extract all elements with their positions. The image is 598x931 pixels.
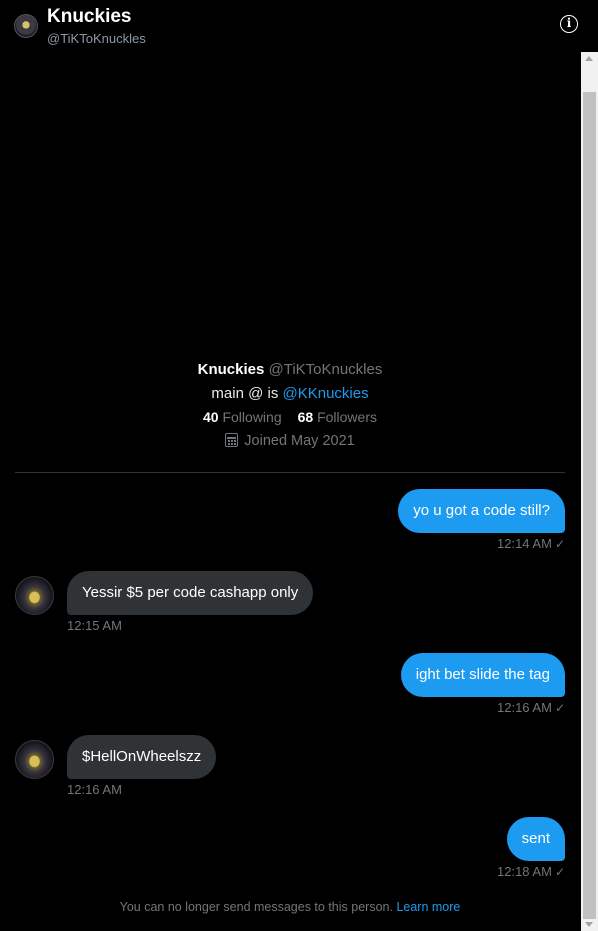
timestamp-text: 12:16 AM bbox=[497, 700, 552, 715]
bio-text: main @ is bbox=[211, 385, 283, 402]
message-bubble-sent[interactable]: yo u got a code still? bbox=[398, 489, 565, 533]
scroll-down-arrow-icon[interactable] bbox=[585, 922, 593, 927]
timestamp-text: 12:14 AM bbox=[497, 536, 552, 551]
profile-name-line: Knuckies @TiKToKnuckles bbox=[0, 361, 580, 378]
profile-handle: @TiKToKnuckles bbox=[268, 361, 383, 378]
profile-joined: Joined May 2021 bbox=[0, 433, 580, 449]
learn-more-link[interactable]: Learn more bbox=[396, 900, 460, 914]
header-name[interactable]: Knuckies bbox=[47, 6, 131, 28]
followers-count: 68 bbox=[297, 409, 314, 425]
message-timestamp: 12:16 AM bbox=[67, 782, 122, 797]
followers-stat[interactable]: 68 Followers bbox=[298, 409, 377, 425]
check-icon: ✓ bbox=[554, 701, 565, 715]
header-handle: @TiKToKnuckles bbox=[47, 31, 146, 46]
message-bubble-received[interactable]: Yessir $5 per code cashapp only bbox=[67, 571, 314, 615]
divider bbox=[15, 472, 565, 473]
message-bubble-sent[interactable]: ight bet slide the tag bbox=[400, 653, 565, 697]
message-timestamp: 12:16 AM ✓ bbox=[497, 700, 565, 715]
scroll-up-arrow-icon[interactable] bbox=[585, 56, 593, 61]
scrollbar-thumb[interactable] bbox=[583, 92, 596, 919]
sender-avatar[interactable] bbox=[15, 740, 54, 779]
info-icon[interactable]: i bbox=[560, 15, 578, 33]
calendar-icon bbox=[225, 433, 239, 447]
blocked-notice: You can no longer send messages to this … bbox=[0, 900, 580, 914]
conversation-header: Knuckies @TiKToKnuckles i bbox=[0, 0, 598, 52]
check-icon: ✓ bbox=[554, 537, 565, 551]
profile-name[interactable]: Knuckies bbox=[198, 361, 265, 378]
profile-bio: main @ is @KKnuckies bbox=[0, 385, 580, 402]
message-bubble-sent[interactable]: sent bbox=[506, 817, 565, 861]
following-label: Following bbox=[222, 409, 282, 425]
blocked-notice-text: You can no longer send messages to this … bbox=[119, 900, 393, 914]
following-stat[interactable]: 40 Following bbox=[203, 409, 282, 425]
bio-mention-link[interactable]: @KKnuckies bbox=[282, 385, 368, 402]
message-timestamp: 12:15 AM bbox=[67, 618, 122, 633]
sender-avatar[interactable] bbox=[15, 576, 54, 615]
joined-date: Joined May 2021 bbox=[244, 433, 355, 449]
header-avatar[interactable] bbox=[14, 14, 38, 38]
message-bubble-received[interactable]: $HellOnWheelszz bbox=[67, 735, 217, 779]
check-icon: ✓ bbox=[554, 865, 565, 879]
message-timestamp: 12:14 AM ✓ bbox=[497, 536, 565, 551]
profile-stats: 40 Following 68 Followers bbox=[0, 409, 580, 425]
followers-label: Followers bbox=[317, 409, 377, 425]
timestamp-text: 12:18 AM bbox=[497, 864, 552, 879]
following-count: 40 bbox=[203, 409, 219, 425]
message-timestamp: 12:18 AM ✓ bbox=[497, 864, 565, 879]
